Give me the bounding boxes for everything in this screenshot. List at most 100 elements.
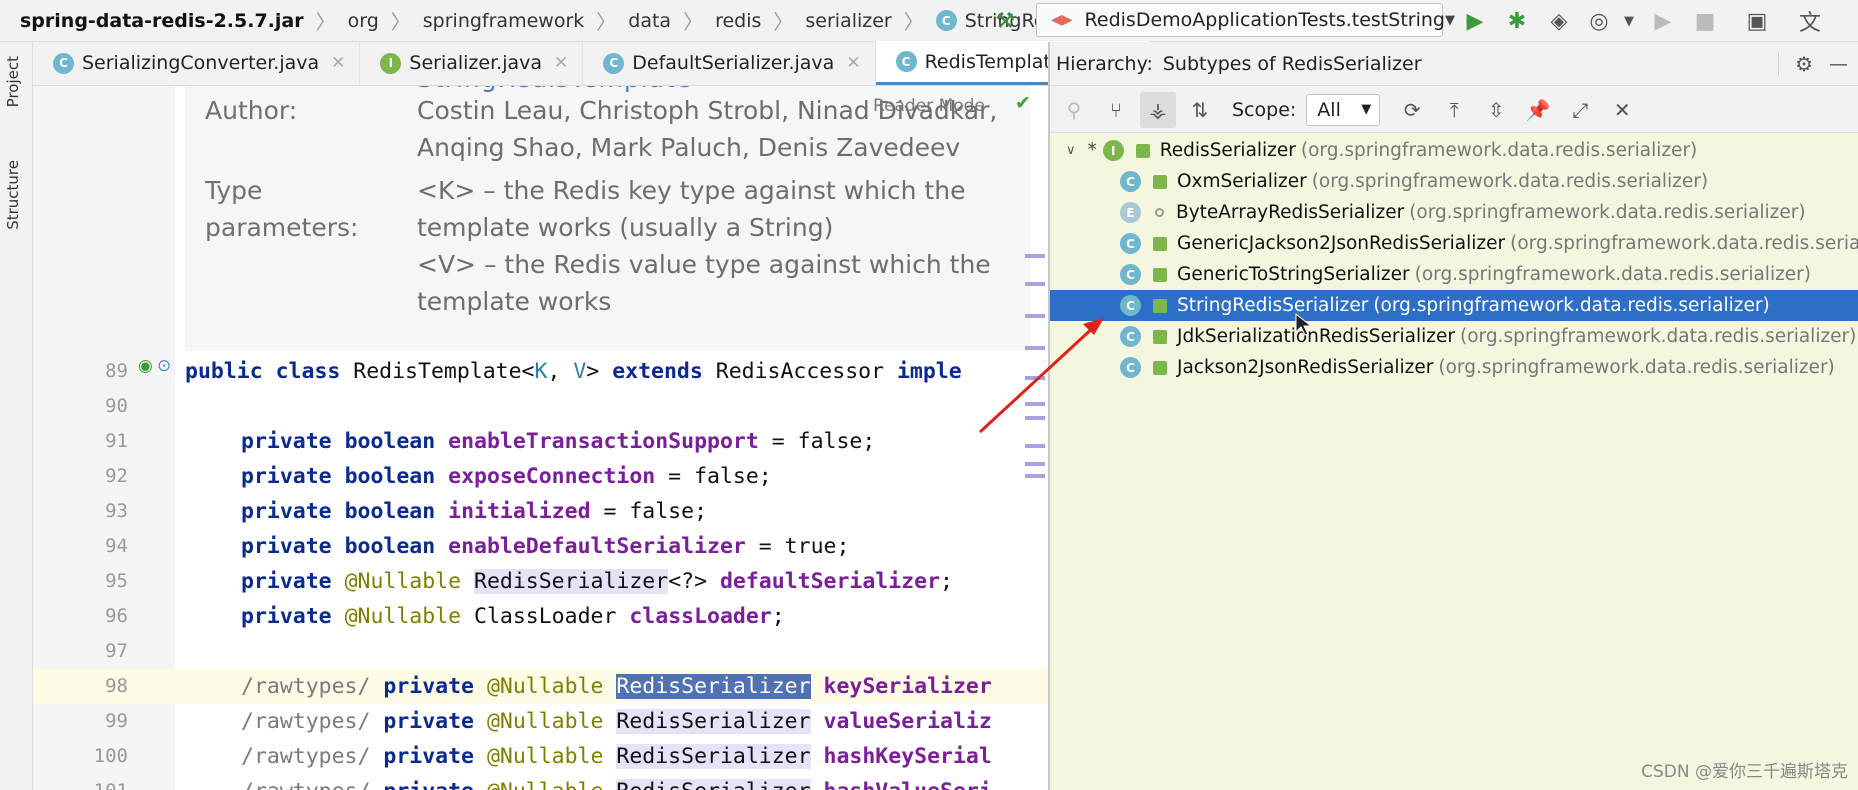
tree-item-package: (org.springframework.data.redis.serializ… (1373, 295, 1770, 316)
breadcrumb-jar[interactable]: spring-data-redis-2.5.7.jar (20, 10, 304, 32)
doc-value: Anqing Shao, Mark Paluch, Denis Zavedeev (417, 133, 961, 162)
class-icon: C (1120, 171, 1141, 192)
doc-key: Type parameters: (205, 176, 359, 242)
code-line-91: private boolean enableTransactionSupport… (241, 429, 876, 454)
stop-icon[interactable]: ■ (1690, 6, 1720, 36)
code-line-89: public class RedisTemplate<K, V> extends… (185, 359, 962, 384)
line-number: 98 (105, 675, 128, 697)
tree-item[interactable]: C OxmSerializer (org.springframework.data… (1050, 166, 1858, 197)
class-icon: C (1120, 233, 1141, 254)
line-number: 101 (63, 774, 128, 790)
expand-all-icon[interactable]: ⇳ (1478, 92, 1514, 128)
lock-icon (1153, 236, 1167, 251)
tree-item-package: (org.springframework.data.redis.serializ… (1409, 202, 1806, 223)
breadcrumb: spring-data-redis-2.5.7.jar 〉 org 〉 spri… (0, 0, 1161, 42)
minimize-icon[interactable]: — (1829, 53, 1848, 75)
run-config-icon: ◀▶ (1051, 12, 1073, 28)
implementations-gutter-icon[interactable]: ◉ (138, 356, 153, 376)
run-configuration-select[interactable]: ◀▶ RedisDemoApplicationTests.testString … (1036, 3, 1455, 37)
line-number: 95 (105, 570, 128, 592)
close-icon[interactable]: ✕ (1604, 92, 1640, 128)
navigation-bar: spring-data-redis-2.5.7.jar 〉 org 〉 spri… (0, 0, 1858, 42)
tab-serializer[interactable]: I Serializer.java ✕ (360, 41, 584, 85)
lock-icon (1153, 360, 1167, 375)
doc-key: Author: (205, 96, 298, 125)
project-tool-tab[interactable]: Project (4, 56, 22, 107)
tab-defaultserializer[interactable]: C DefaultSerializer.java ✕ (583, 41, 876, 85)
line-number: 96 (105, 605, 128, 627)
class-icon: C (1120, 357, 1141, 378)
line-number: 100 (93, 745, 128, 767)
debug-icon[interactable]: ✱ (1502, 6, 1532, 36)
coverage-icon[interactable]: ◈ (1544, 6, 1574, 36)
tab-serializingconverter[interactable]: C SerializingConverter.java ✕ (33, 41, 361, 85)
breadcrumb-redis[interactable]: redis (715, 10, 761, 32)
translate-icon[interactable]: 文 (1795, 6, 1825, 36)
class-icon: C (1120, 295, 1141, 316)
refresh-icon[interactable]: ⟳ (1394, 92, 1430, 128)
sort-alpha-icon[interactable]: ⇅ (1182, 92, 1218, 128)
hammer-icon[interactable]: ⚒ (990, 6, 1020, 36)
tree-item[interactable]: C JdkSerializationRedisSerializer (org.sp… (1050, 321, 1858, 352)
reader-mode-toggle[interactable]: Reader Mode (873, 96, 985, 116)
tree-item[interactable]: E ByteArrayRedisSerializer (org.springfra… (1050, 197, 1858, 228)
structure-tool-tab[interactable]: Structure (4, 160, 22, 230)
chevron-down-icon: ▼ (1444, 12, 1455, 28)
watermark: CSDN @爱你三千遍斯塔克 (1641, 762, 1848, 782)
code-line-93: private boolean initialized = false; (241, 499, 708, 524)
class-icon: C (895, 51, 917, 72)
resume-icon[interactable]: ▶ (1648, 6, 1678, 36)
tree-item-package: (org.springframework.data.redis.serializ… (1438, 357, 1835, 378)
hierarchy-subtitle: Subtypes of RedisSerializer (1162, 52, 1422, 75)
pin-icon[interactable]: 📌 (1520, 92, 1556, 128)
profile-icon[interactable]: ◎ (1584, 6, 1614, 36)
breadcrumb-data[interactable]: data (628, 10, 671, 32)
line-number: 90 (105, 395, 128, 417)
lock-icon (1153, 298, 1167, 313)
line-number: 93 (105, 500, 128, 522)
line-number: 97 (105, 640, 128, 662)
type-hierarchy-icon[interactable]: ⑂ (1098, 92, 1134, 128)
breadcrumb-serializer[interactable]: serializer (805, 10, 891, 32)
code-line-92: private boolean exposeConnection = false… (241, 464, 772, 489)
close-icon[interactable]: ✕ (554, 53, 568, 73)
line-number: 99 (105, 710, 128, 732)
tab-label: Serializer.java (409, 52, 543, 74)
close-icon[interactable]: ✕ (846, 53, 860, 73)
doc-value: template works (usually a String) (417, 213, 834, 242)
tree-root[interactable]: ∨ * I RedisSerializer (org.springframewo… (1050, 135, 1858, 166)
scope-select[interactable]: All ▼ (1306, 93, 1381, 126)
breadcrumb-separator: 〉 (683, 10, 704, 34)
class-icon: C (603, 52, 625, 74)
chevron-down-icon[interactable]: ∨ (1066, 143, 1076, 158)
subtypes-icon[interactable]: ⚶ (1140, 91, 1176, 128)
class-icon: C (1120, 326, 1141, 347)
doc-value: <V> – the Redis value type against which… (417, 250, 991, 279)
breadcrumb-separator: 〉 (315, 10, 336, 34)
export-icon[interactable]: ⤒ (1436, 92, 1472, 128)
run-icon[interactable]: ▶ (1460, 6, 1490, 36)
tab-label: DefaultSerializer.java (632, 52, 835, 74)
breadcrumb-org[interactable]: org (348, 10, 379, 32)
scope-value: All (1317, 98, 1341, 121)
hierarchy-tool-window: Hierarchy: Subtypes of RedisSerializer ⚙… (1048, 42, 1858, 790)
tree-item-selected[interactable]: C StringRedisSerializer (org.springframew… (1050, 290, 1858, 321)
project-structure-icon[interactable]: ▣ (1742, 6, 1772, 36)
breadcrumb-springframework[interactable]: springframework (423, 10, 584, 32)
run-configuration-label: RedisDemoApplicationTests.testString (1084, 9, 1445, 31)
tree-item[interactable]: C Jackson2JsonRedisSerializer (org.spring… (1050, 352, 1858, 383)
code-editor[interactable]: See Also: StringRedisTemplate Author: Co… (33, 86, 1048, 790)
package-private-icon (1155, 208, 1164, 217)
open-in-window-icon[interactable]: ⤢ (1562, 92, 1598, 128)
hierarchy-toolbar: ⚲ ⑂ ⚶ ⇅ Scope: All ▼ ⟳ ⤒ ⇳ 📌 ⤢ ✕ (1050, 87, 1858, 133)
profile-dropdown-icon[interactable]: ▼ (1614, 6, 1644, 36)
tree-item[interactable]: C GenericToStringSerializer (org.springfr… (1050, 259, 1858, 290)
tree-item-name: Jackson2JsonRedisSerializer (1177, 357, 1434, 378)
class-icon: C (53, 52, 74, 74)
hierarchy-gutter-icon[interactable]: ⊙ (157, 356, 171, 376)
tree-item[interactable]: C GenericJackson2JsonRedisSerializer (org… (1050, 228, 1858, 259)
gear-icon[interactable]: ⚙ (1778, 51, 1813, 76)
scope-label: Scope: (1232, 98, 1297, 121)
close-icon[interactable]: ✕ (331, 53, 345, 73)
supertypes-icon[interactable]: ⚲ (1056, 92, 1092, 128)
